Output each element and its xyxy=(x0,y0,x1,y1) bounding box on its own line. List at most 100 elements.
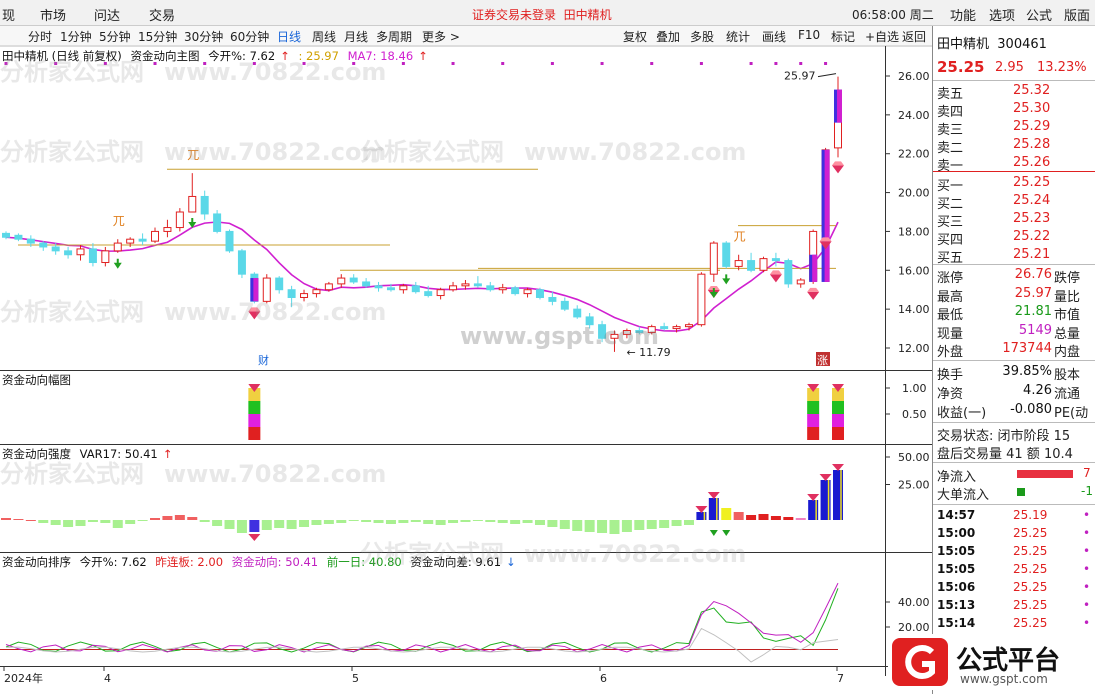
tab-more[interactable]: 更多 > xyxy=(422,28,460,45)
strength-bar xyxy=(497,520,508,523)
menu-item-xian[interactable]: 现 xyxy=(2,5,15,24)
tick-row: 15:00 25.25 • xyxy=(933,525,1095,543)
candle-body xyxy=(101,250,110,264)
strength-bar xyxy=(435,520,446,525)
strength-bar xyxy=(187,517,198,520)
quote-price: 25.25 xyxy=(937,58,985,76)
gem-top-icon xyxy=(248,307,261,312)
strength-bar xyxy=(448,520,459,523)
tab-daily[interactable]: 日线 xyxy=(277,28,301,45)
bid-row[interactable]: 买三 25.23 xyxy=(933,210,1095,230)
tab-weekly[interactable]: 周线 xyxy=(312,28,336,45)
ask-row[interactable]: 卖五 25.32 xyxy=(933,82,1095,102)
tool-back[interactable]: 返回 xyxy=(902,28,926,45)
tool-overlay[interactable]: 叠加 xyxy=(656,28,680,45)
bid-row[interactable]: 买一 25.25 xyxy=(933,174,1095,194)
candle-body xyxy=(275,277,284,291)
period-toolbar: 分时 1分钟 5分钟 15分钟 30分钟 60分钟 日线 周线 月线 多周期 更… xyxy=(0,26,932,46)
stat-label-2: 股本 xyxy=(1054,368,1081,383)
bid-row[interactable]: 买五 25.21 xyxy=(933,246,1095,266)
tool-mark[interactable]: 标记 xyxy=(831,28,855,45)
stat-row: 现量 5149 总量 xyxy=(933,322,1095,342)
kline-chart-svg[interactable]: 26.00 24.00 22.00 20.00 18.00 16.00 14.00 12.00… xyxy=(0,46,932,694)
panel4-title[interactable]: 资金动向排序 xyxy=(2,555,71,569)
y-tick-label: 14.00 xyxy=(898,303,930,316)
tool-multistock[interactable]: 多股 xyxy=(690,28,714,45)
tool-statistics[interactable]: 统计 xyxy=(726,28,750,45)
candle-body xyxy=(436,289,445,297)
ask-price: 25.29 xyxy=(1013,119,1051,134)
menu-item-wenda[interactable]: 问达 xyxy=(94,5,120,24)
stat-value: 4.26 xyxy=(1023,383,1052,398)
down-arrow-icon xyxy=(722,274,731,285)
stat-row: 最高 25.97 量比 xyxy=(933,285,1095,305)
menu-item-market[interactable]: 市场 xyxy=(40,5,66,24)
y-tick-label: 50.00 xyxy=(898,451,930,464)
strength-bar xyxy=(621,520,632,532)
strength-bar xyxy=(522,520,533,523)
tab-1min[interactable]: 1分钟 xyxy=(60,28,92,45)
ask-row[interactable]: 卖一 25.26 xyxy=(933,154,1095,174)
y-tick-label: 40.00 xyxy=(898,596,930,609)
tab-60min[interactable]: 60分钟 xyxy=(230,28,269,45)
bid-row[interactable]: 买二 25.24 xyxy=(933,192,1095,212)
high-price-label: 25.97 xyxy=(784,70,816,83)
candle-body xyxy=(312,289,321,295)
panel2-title[interactable]: 资金动向幅图 xyxy=(2,373,71,387)
login-notice[interactable]: 证券交易未登录 田中精机 xyxy=(472,6,612,23)
tool-f10[interactable]: F10 xyxy=(798,28,820,42)
stat-row: 收益(一) -0.080 PE(动 xyxy=(933,401,1095,421)
strength-bar xyxy=(783,517,794,520)
candle-body xyxy=(573,308,582,318)
strength-bar xyxy=(299,520,310,527)
ask-row[interactable]: 卖三 25.29 xyxy=(933,118,1095,138)
candle-body xyxy=(560,300,569,310)
menu-item-formula[interactable]: 公式 xyxy=(1026,5,1052,24)
strength-bar xyxy=(795,518,806,520)
menu-item-layout[interactable]: 版面 xyxy=(1064,5,1090,24)
tab-monthly[interactable]: 月线 xyxy=(344,28,368,45)
y-tick-label: 16.00 xyxy=(898,264,930,277)
stat-value: -0.080 xyxy=(1010,402,1052,417)
strength-bar xyxy=(162,516,173,520)
tab-5min[interactable]: 5分钟 xyxy=(99,28,131,45)
candle-body xyxy=(771,258,780,262)
bid-price: 25.24 xyxy=(1013,193,1051,208)
tool-draw[interactable]: 画线 xyxy=(762,28,786,45)
tab-multi-period[interactable]: 多周期 xyxy=(376,28,412,45)
tab-30min[interactable]: 30分钟 xyxy=(184,28,223,45)
person-signal-icon: 兀 xyxy=(113,214,125,228)
tick-marker-icon: • xyxy=(1083,544,1091,558)
tick-price: 25.25 xyxy=(1013,616,1048,630)
high-arrow xyxy=(817,73,837,78)
menu-item-function[interactable]: 功能 xyxy=(950,5,976,24)
strength-bar xyxy=(261,520,272,530)
gem-top-icon xyxy=(807,287,820,292)
panel3-title[interactable]: 资金动向强度 xyxy=(2,447,71,461)
main-kline-group: 26.00 24.00 22.00 20.00 18.00 16.00 14.00 12.00… xyxy=(2,62,930,367)
menu-item-trade[interactable]: 交易 xyxy=(149,5,175,24)
chart-area[interactable]: 26.00 24.00 22.00 20.00 18.00 16.00 14.00 12.00… xyxy=(0,46,932,694)
stat-value: 25.97 xyxy=(1014,285,1052,301)
candle-body xyxy=(200,195,209,215)
strength-bar xyxy=(510,520,521,524)
divider xyxy=(933,462,1095,463)
candle-body xyxy=(535,289,544,298)
tool-fuquan[interactable]: 复权 xyxy=(623,28,647,45)
tick-price: 25.25 xyxy=(1013,526,1048,540)
down-arrow-icon xyxy=(113,258,122,269)
stat-label-2: 总量 xyxy=(1054,326,1081,342)
main-indicator-name[interactable]: 资金动向主图 xyxy=(130,49,199,63)
ask-row[interactable]: 卖四 25.30 xyxy=(933,100,1095,120)
strength-bar xyxy=(274,520,285,528)
menu-item-options[interactable]: 选项 xyxy=(989,5,1015,24)
strength-bar xyxy=(212,520,223,526)
stat-value: 39.85% xyxy=(1002,364,1052,379)
tab-fenshi[interactable]: 分时 xyxy=(28,28,52,45)
bid-row[interactable]: 买四 25.22 xyxy=(933,228,1095,248)
tool-add-favorite[interactable]: +自选 xyxy=(865,28,899,45)
ask-row[interactable]: 卖二 25.28 xyxy=(933,136,1095,156)
tick-marker-icon: • xyxy=(1083,562,1091,576)
stat-label: 最低 xyxy=(937,308,964,323)
tab-15min[interactable]: 15分钟 xyxy=(138,28,177,45)
